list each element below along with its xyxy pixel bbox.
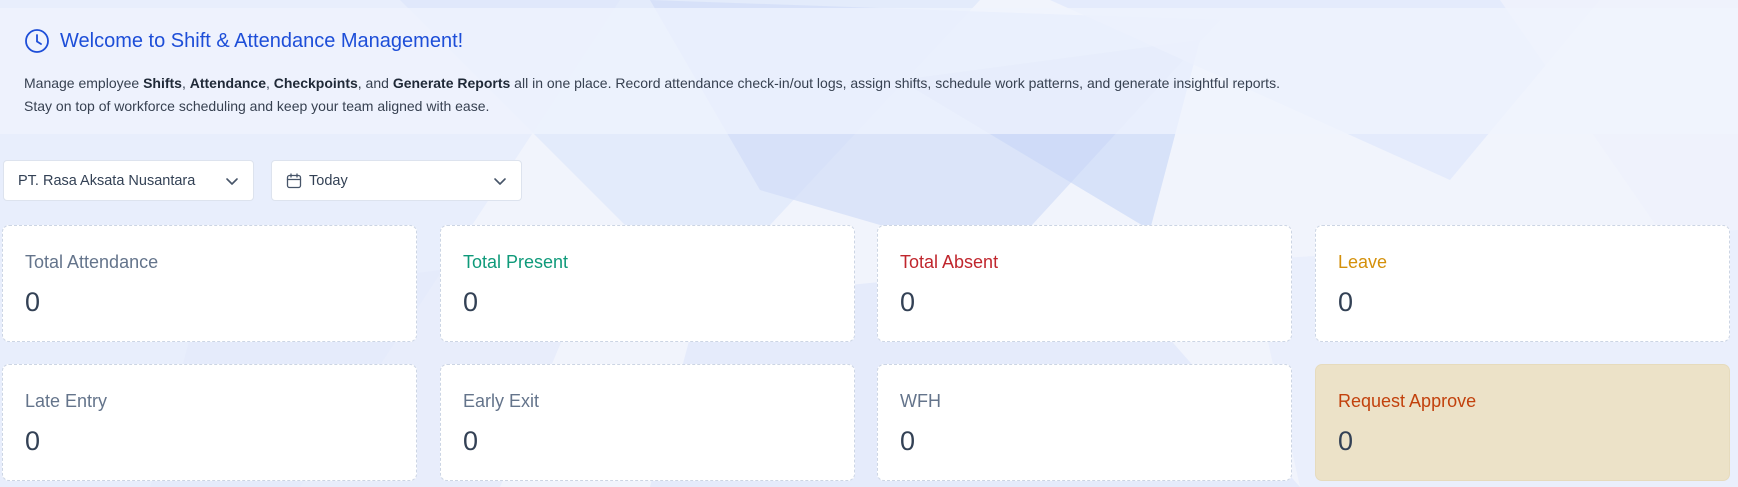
stat-card-leave[interactable]: Leave 0 [1315,225,1730,342]
stat-card-request-approve[interactable]: Request Approve 0 [1315,364,1730,481]
stat-card-value: 0 [25,426,41,456]
stat-card-label: Total Absent [900,252,999,272]
stat-card-value: 0 [463,287,479,317]
company-select[interactable]: PT. Rasa Aksata Nusantara [3,160,254,201]
stat-card-value: 0 [900,287,916,317]
chevron-down-icon [225,174,239,188]
date-range-select[interactable]: Today [271,160,522,201]
stat-card-total-present[interactable]: Total Present 0 [440,225,855,342]
stat-card-wfh[interactable]: WFH 0 [877,364,1292,481]
clock-icon [24,28,50,54]
chevron-down-icon [493,174,507,188]
welcome-title: Welcome to Shift & Attendance Management… [60,29,464,52]
stat-card-label: Late Entry [25,391,108,411]
date-range-value: Today [309,172,348,189]
company-select-value: PT. Rasa Aksata Nusantara [18,172,196,189]
filters-bar: PT. Rasa Aksata Nusantara Today [3,160,522,201]
stat-card-total-absent[interactable]: Total Absent 0 [877,225,1292,342]
stat-card-label: Early Exit [463,391,540,411]
stat-card-label: Leave [1338,252,1388,272]
stat-card-label: Request Approve [1338,391,1477,411]
stat-card-label: Total Attendance [25,252,159,272]
welcome-banner: Welcome to Shift & Attendance Management… [0,8,1738,134]
stat-card-value: 0 [1338,426,1354,456]
stat-card-value: 0 [900,426,916,456]
stat-card-total-attendance[interactable]: Total Attendance 0 [2,225,417,342]
stat-card-late-entry[interactable]: Late Entry 0 [2,364,417,481]
welcome-description: Manage employee Shifts, Attendance, Chec… [24,75,1280,114]
stat-card-value: 0 [25,287,41,317]
stat-card-value: 0 [463,426,479,456]
stat-card-label: WFH [900,391,941,411]
stat-card-value: 0 [1338,287,1354,317]
stat-card-early-exit[interactable]: Early Exit 0 [440,364,855,481]
stat-card-label: Total Present [463,252,569,272]
calendar-icon [286,172,302,189]
